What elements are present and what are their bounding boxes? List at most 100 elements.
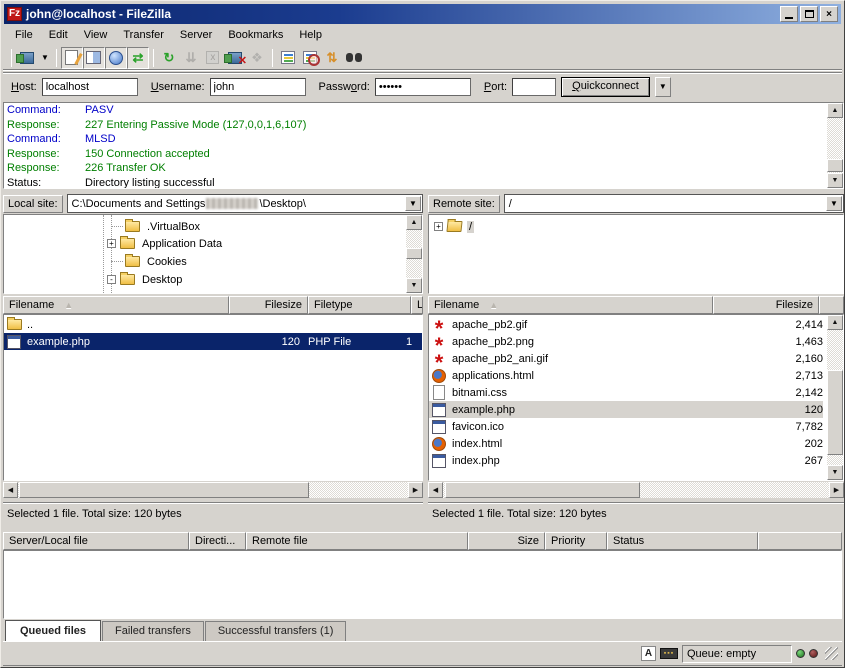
scroll-up-icon[interactable]: ▲ bbox=[827, 103, 843, 118]
scroll-down-icon[interactable]: ▼ bbox=[827, 173, 843, 188]
tab-failed-transfers[interactable]: Failed transfers bbox=[102, 621, 204, 641]
column-remote-file[interactable]: Remote file bbox=[246, 532, 468, 550]
local-site-combobox[interactable]: C:\Documents and Settings\Desktop\ ▼ bbox=[67, 194, 423, 213]
column-filesize[interactable]: Filesize bbox=[229, 296, 308, 314]
file-row[interactable]: applications.html 2,713 bbox=[429, 367, 823, 384]
scroll-thumb[interactable] bbox=[445, 482, 640, 498]
file-row[interactable]: apache_pb2_ani.gif 2,160 bbox=[429, 350, 823, 367]
column-direction[interactable]: Directi... bbox=[189, 532, 246, 550]
refresh-icon: ↻ bbox=[163, 50, 174, 66]
column-status[interactable]: Status bbox=[607, 532, 758, 550]
window-title: john@localhost - FileZilla bbox=[26, 7, 778, 21]
toggle-local-tree-button[interactable] bbox=[83, 47, 105, 69]
maximize-button[interactable] bbox=[800, 6, 818, 22]
username-label: Username: bbox=[151, 81, 205, 93]
port-input[interactable] bbox=[512, 78, 556, 96]
remote-directory-tree: + / bbox=[428, 214, 844, 294]
remote-site-combobox[interactable]: / ▼ bbox=[504, 194, 844, 213]
chevron-down-icon[interactable]: ▼ bbox=[405, 196, 421, 211]
scroll-thumb[interactable] bbox=[406, 248, 422, 259]
file-row[interactable]: apache_pb2.png 1,463 bbox=[429, 333, 823, 350]
scroll-up-icon[interactable]: ▲ bbox=[827, 315, 843, 330]
scroll-up-icon[interactable]: ▲ bbox=[406, 215, 422, 230]
tree-item-desktop[interactable]: - Desktop bbox=[107, 271, 184, 288]
local-list-hscrollbar[interactable]: ◀ ▶ bbox=[3, 482, 423, 498]
column-size[interactable]: Size bbox=[468, 532, 545, 550]
scroll-down-icon[interactable]: ▼ bbox=[406, 278, 422, 293]
cancel-operation-button[interactable]: x bbox=[202, 47, 224, 69]
column-filename[interactable]: Filename▲ bbox=[428, 296, 713, 314]
menu-help[interactable]: Help bbox=[291, 27, 330, 43]
menu-view[interactable]: View bbox=[76, 27, 116, 43]
expand-icon[interactable]: + bbox=[434, 222, 443, 231]
scroll-thumb[interactable] bbox=[827, 370, 843, 455]
collapse-icon[interactable]: - bbox=[107, 275, 116, 284]
tree-guide bbox=[103, 215, 104, 293]
menu-bookmarks[interactable]: Bookmarks bbox=[220, 27, 291, 43]
toggle-message-log-button[interactable] bbox=[61, 47, 83, 69]
scroll-right-icon[interactable]: ▶ bbox=[829, 482, 844, 498]
process-queue-button[interactable]: ⇊ bbox=[180, 47, 202, 69]
filesize: 2,160 bbox=[723, 353, 823, 365]
menu-file[interactable]: File bbox=[7, 27, 41, 43]
synchronized-browsing-button[interactable]: ⇅ bbox=[321, 47, 343, 69]
tree-item-application-data[interactable]: + Application Data bbox=[107, 235, 224, 252]
scroll-right-icon[interactable]: ▶ bbox=[408, 482, 423, 498]
password-input[interactable] bbox=[375, 78, 471, 96]
site-manager-button[interactable] bbox=[16, 47, 38, 69]
site-manager-dropdown-icon[interactable]: ▼ bbox=[38, 53, 52, 62]
file-row-parent[interactable]: .. bbox=[4, 316, 422, 333]
quickconnect-button[interactable]: Quickconnect bbox=[561, 77, 650, 97]
username-input[interactable] bbox=[210, 78, 306, 96]
file-row[interactable]: index.php 267 bbox=[429, 452, 823, 469]
menu-edit[interactable]: Edit bbox=[41, 27, 76, 43]
tree-item-root[interactable]: + / bbox=[434, 218, 474, 235]
filter-button[interactable] bbox=[277, 47, 299, 69]
tab-successful-transfers[interactable]: Successful transfers (1) bbox=[205, 621, 347, 641]
tab-queued-files[interactable]: Queued files bbox=[5, 620, 101, 642]
file-row[interactable]: apache_pb2.gif 2,414 bbox=[429, 316, 823, 333]
php-file-icon bbox=[431, 454, 447, 468]
expand-icon[interactable]: + bbox=[107, 239, 116, 248]
scroll-thumb[interactable] bbox=[827, 159, 843, 172]
menu-transfer[interactable]: Transfer bbox=[115, 27, 172, 43]
tree-item-virtualbox[interactable]: .VirtualBox bbox=[107, 218, 202, 235]
toolbar-separator bbox=[56, 49, 57, 67]
disconnect-button[interactable] bbox=[224, 47, 246, 69]
file-row[interactable]: bitnami.css 2,142 bbox=[429, 384, 823, 401]
menu-server[interactable]: Server bbox=[172, 27, 220, 43]
find-files-button[interactable] bbox=[343, 47, 365, 69]
column-filesize[interactable]: Filesize bbox=[713, 296, 819, 314]
column-server-local-file[interactable]: Server/Local file bbox=[3, 532, 189, 550]
toggle-transfer-queue-button[interactable]: ⇄ bbox=[127, 47, 149, 69]
directory-comparison-button[interactable] bbox=[299, 47, 321, 69]
quickconnect-dropdown-icon[interactable]: ▼ bbox=[655, 77, 671, 97]
file-row-selected[interactable]: example.php 120 bbox=[429, 401, 823, 418]
host-input[interactable] bbox=[42, 78, 138, 96]
remote-list-scrollbar[interactable]: ▲ ▼ bbox=[827, 315, 843, 480]
column-lastmodified[interactable]: L bbox=[411, 296, 423, 314]
scroll-thumb[interactable] bbox=[19, 482, 309, 498]
file-row[interactable]: index.html 202 bbox=[429, 435, 823, 452]
remote-list-hscrollbar[interactable]: ◀ ▶ bbox=[428, 482, 844, 498]
log-scrollbar[interactable]: ▲ ▼ bbox=[827, 103, 843, 188]
tree-item-cookies[interactable]: Cookies bbox=[107, 253, 189, 270]
column-filename[interactable]: Filename▲ bbox=[3, 296, 229, 314]
scroll-down-icon[interactable]: ▼ bbox=[827, 465, 843, 480]
refresh-button[interactable]: ↻ bbox=[158, 47, 180, 69]
minimize-button[interactable] bbox=[780, 6, 798, 22]
file-row-example-php[interactable]: example.php 120 PHP File 1 bbox=[4, 333, 422, 350]
column-priority[interactable]: Priority bbox=[545, 532, 607, 550]
column-filetype[interactable]: Filetype bbox=[308, 296, 411, 314]
reconnect-button[interactable]: ❖ bbox=[246, 47, 268, 69]
toggle-remote-tree-button[interactable] bbox=[105, 47, 127, 69]
resize-grip[interactable] bbox=[825, 647, 838, 660]
scroll-left-icon[interactable]: ◀ bbox=[3, 482, 18, 498]
file-row[interactable]: favicon.ico 7,782 bbox=[429, 418, 823, 435]
tree-connector bbox=[111, 261, 123, 262]
chevron-down-icon[interactable]: ▼ bbox=[826, 196, 842, 211]
local-tree-scrollbar[interactable]: ▲ ▼ bbox=[406, 215, 422, 293]
scroll-left-icon[interactable]: ◀ bbox=[428, 482, 443, 498]
filename: index.html bbox=[450, 438, 723, 450]
close-button[interactable]: × bbox=[820, 6, 838, 22]
